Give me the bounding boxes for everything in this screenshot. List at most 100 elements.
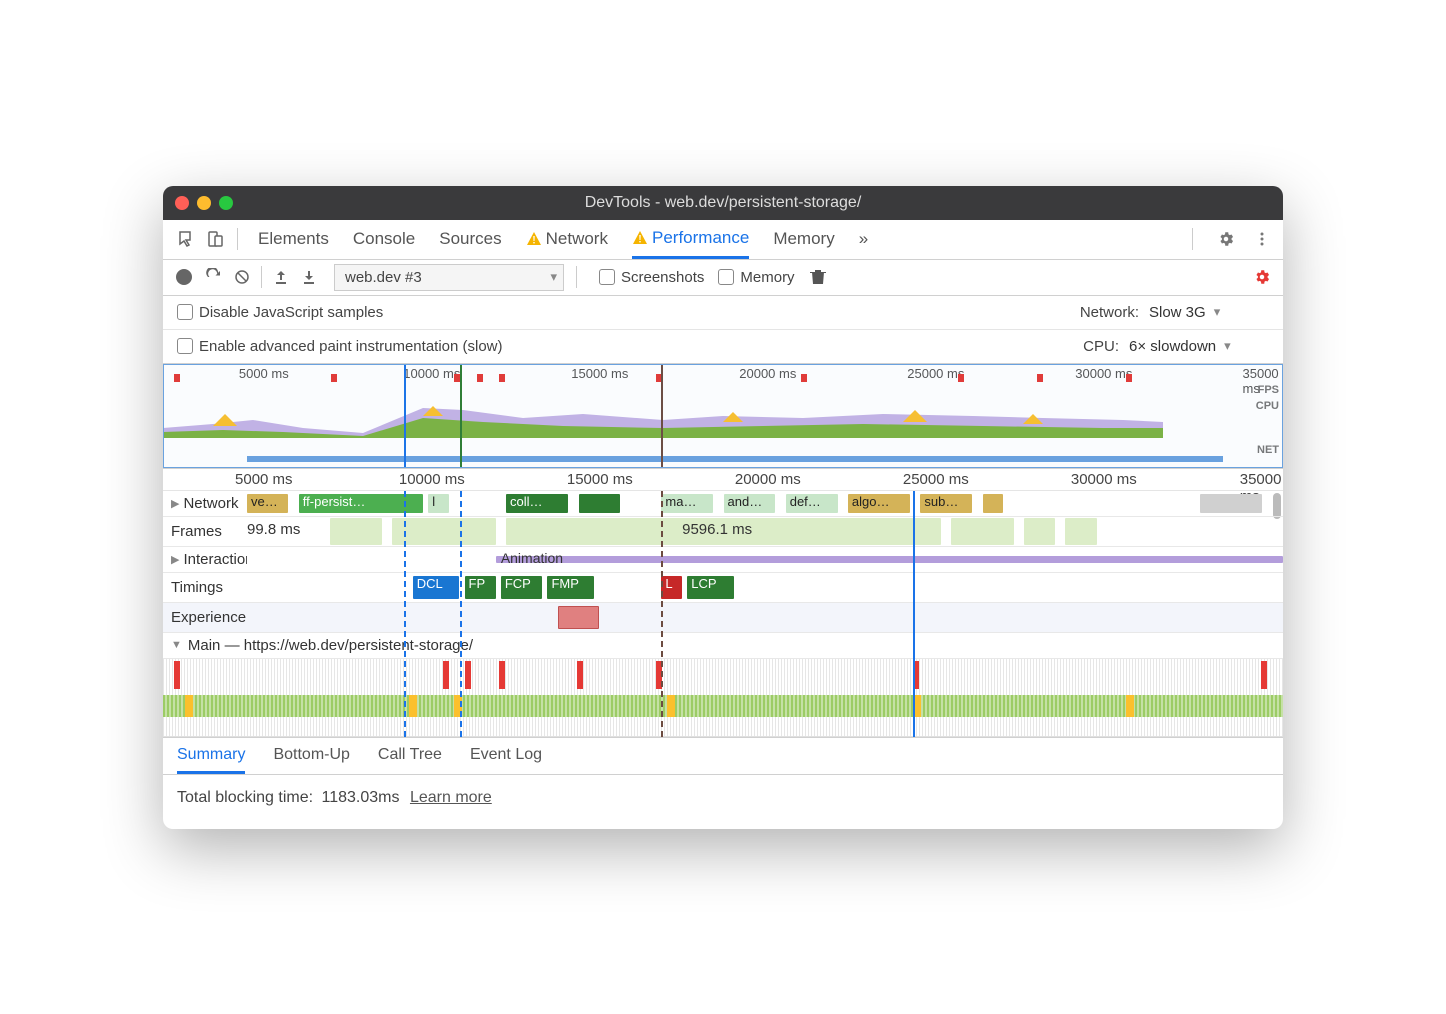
kebab-menu-icon[interactable]	[1251, 228, 1273, 250]
fp-badge[interactable]: FP	[465, 576, 496, 599]
l-badge[interactable]: L	[661, 576, 682, 599]
dcl-badge[interactable]: DCL	[413, 576, 460, 599]
main-track-label: Main — https://web.dev/persistent-storag…	[188, 637, 473, 654]
summary-panel: Total blocking time: 1183.03ms Learn mor…	[163, 775, 1283, 829]
flame-slice	[185, 695, 193, 717]
tab-console[interactable]: Console	[353, 219, 415, 259]
timeline-ruler[interactable]: 5000 ms 10000 ms 15000 ms 20000 ms 25000…	[163, 469, 1283, 491]
flame-slice	[913, 695, 921, 717]
detail-tab-summary[interactable]: Summary	[177, 746, 245, 774]
clear-icon[interactable]	[231, 266, 253, 288]
frames-track[interactable]: Frames 99.8 ms 9596.1 ms	[163, 517, 1283, 547]
layout-shift-segment[interactable]	[558, 606, 599, 629]
reload-record-icon[interactable]	[203, 266, 225, 288]
detail-tab-bottom-up[interactable]: Bottom-Up	[273, 746, 349, 774]
device-toggle-icon[interactable]	[201, 225, 229, 253]
separator	[1192, 228, 1193, 250]
capture-settings-icon[interactable]	[1251, 266, 1273, 288]
frame-segment[interactable]	[330, 518, 382, 545]
memory-checkbox-row[interactable]: Memory	[718, 269, 794, 286]
frame-segment[interactable]	[1024, 518, 1055, 545]
interactions-segment[interactable]	[496, 556, 1283, 563]
network-track[interactable]: ▶ Network ve… ff-persist… l coll… ma… an…	[163, 491, 1283, 517]
detail-tab-strip: Summary Bottom-Up Call Tree Event Log	[163, 737, 1283, 775]
network-segment[interactable]: ve…	[247, 494, 288, 513]
long-task-stripe	[913, 661, 919, 689]
network-throttle-value: Slow 3G	[1149, 304, 1206, 321]
frames-track-label: Frames	[163, 517, 247, 546]
flame-slice	[409, 695, 417, 717]
devtools-window: DevTools - web.dev/persistent-storage/ E…	[163, 186, 1283, 829]
checkbox-icon	[599, 269, 615, 285]
interactions-track-label: ▶ Interactions	[163, 547, 247, 572]
cpu-throttle-select[interactable]: 6× slowdown	[1129, 338, 1269, 355]
recording-select[interactable]: web.dev #3	[334, 264, 564, 291]
lcp-badge[interactable]: LCP	[687, 576, 734, 599]
long-task-stripe	[1261, 661, 1267, 689]
expand-icon[interactable]: ▶	[171, 553, 179, 566]
collapse-icon[interactable]: ▼	[171, 639, 182, 651]
frame-segment[interactable]	[1065, 518, 1096, 545]
network-throttle-select[interactable]: Slow 3G	[1149, 304, 1269, 321]
titlebar: DevTools - web.dev/persistent-storage/	[163, 186, 1283, 220]
experience-track[interactable]: Experience	[163, 603, 1283, 633]
overview-selection[interactable]	[163, 364, 1283, 468]
warning-icon	[526, 231, 542, 247]
learn-more-link[interactable]: Learn more	[410, 789, 492, 806]
separator	[576, 266, 577, 288]
record-button[interactable]	[173, 266, 195, 288]
upload-profile-icon[interactable]	[270, 266, 292, 288]
disable-js-samples-label: Disable JavaScript samples	[199, 304, 383, 321]
overview-panel[interactable]: 5000 ms 10000 ms 15000 ms 20000 ms 25000…	[163, 364, 1283, 469]
disable-js-samples-checkbox[interactable]: Disable JavaScript samples	[177, 304, 383, 321]
expand-icon[interactable]: ▶	[171, 497, 179, 510]
timings-track[interactable]: Timings DCL FP FCP FMP L LCP	[163, 573, 1283, 603]
network-segment[interactable]: sub…	[920, 494, 972, 513]
settings-gear-icon[interactable]	[1215, 228, 1237, 250]
network-segment[interactable]: coll…	[506, 494, 568, 513]
tab-memory[interactable]: Memory	[773, 219, 834, 259]
network-segment[interactable]	[579, 494, 620, 513]
interactions-track[interactable]: ▶ Interactions Animation	[163, 547, 1283, 573]
frame-segment[interactable]	[392, 518, 496, 545]
tab-sources[interactable]: Sources	[439, 219, 501, 259]
tab-elements[interactable]: Elements	[258, 219, 329, 259]
long-task-stripe	[499, 661, 505, 689]
network-segment[interactable]	[983, 494, 1004, 513]
settings-row-2: Enable advanced paint instrumentation (s…	[163, 330, 1283, 364]
ruler-tick: 20000 ms	[735, 471, 801, 488]
network-throttle-label: Network:	[1080, 304, 1139, 321]
network-track-label: ▶ Network	[163, 491, 247, 516]
checkbox-icon	[718, 269, 734, 285]
trash-icon[interactable]	[807, 266, 829, 288]
checkbox-icon	[177, 338, 193, 354]
separator	[261, 266, 262, 288]
tab-network-label: Network	[546, 229, 608, 249]
tab-network[interactable]: Network	[526, 219, 608, 259]
network-segment[interactable]: def…	[786, 494, 838, 513]
detail-tab-call-tree[interactable]: Call Tree	[378, 746, 442, 774]
experience-track-label: Experience	[163, 603, 247, 632]
screenshots-checkbox-row[interactable]: Screenshots	[599, 269, 704, 286]
flame-chart[interactable]	[163, 659, 1283, 737]
network-segment[interactable]: and…	[724, 494, 776, 513]
main-track-header[interactable]: ▼ Main — https://web.dev/persistent-stor…	[163, 633, 1283, 659]
network-segment[interactable]: l	[428, 494, 449, 513]
main-tab-strip: Elements Console Sources Network Perform…	[163, 220, 1283, 260]
overflow-tabs-icon[interactable]: »	[859, 219, 868, 259]
frame-segment[interactable]	[951, 518, 1013, 545]
fmp-badge[interactable]: FMP	[547, 576, 594, 599]
advanced-paint-checkbox[interactable]: Enable advanced paint instrumentation (s…	[177, 338, 503, 355]
tab-performance[interactable]: Performance	[632, 219, 749, 259]
network-segment[interactable]: ma…	[661, 494, 713, 513]
inspect-element-icon[interactable]	[173, 225, 201, 253]
ruler-tick: 15000 ms	[567, 471, 633, 488]
interactions-segment-label: Animation	[501, 550, 563, 566]
network-segment[interactable]	[1200, 494, 1262, 513]
network-segment[interactable]: ff-persist…	[299, 494, 423, 513]
fcp-badge[interactable]: FCP	[501, 576, 542, 599]
detail-tab-event-log[interactable]: Event Log	[470, 746, 542, 774]
settings-row-1: Disable JavaScript samples Network: Slow…	[163, 296, 1283, 330]
network-segment[interactable]: algo…	[848, 494, 910, 513]
download-profile-icon[interactable]	[298, 266, 320, 288]
